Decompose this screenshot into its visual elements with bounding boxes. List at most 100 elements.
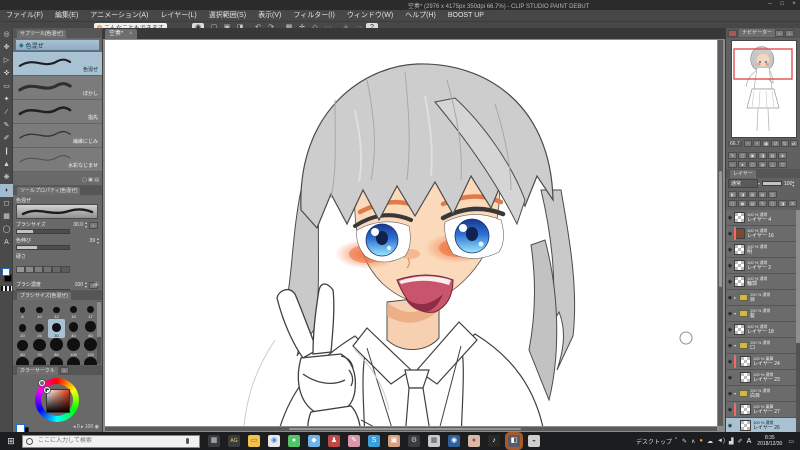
layer-flag-icon-3[interactable]: ▤	[758, 191, 767, 198]
canvas-horizontal-scrollbar[interactable]	[105, 427, 717, 431]
zoom-tool[interactable]: ◎	[0, 28, 13, 41]
main-color-swatch[interactable]	[16, 424, 25, 432]
subtool-footer-icons[interactable]: ▢ ▣ ▤	[82, 177, 99, 183]
layer-command-icon-0[interactable]: ▢	[728, 200, 737, 207]
layer-command-icon-2[interactable]: ▤	[748, 200, 757, 207]
tone-swatch[interactable]	[1, 286, 12, 291]
opacity-slider[interactable]	[762, 181, 783, 186]
layer-visibility-icon[interactable]: ◉	[726, 391, 734, 397]
hardness-step-4[interactable]	[52, 266, 61, 273]
text-tool[interactable]: A	[0, 236, 13, 249]
quick-access-tab-icon[interactable]	[728, 29, 737, 37]
canvas-tab-close-icon[interactable]: ×	[129, 31, 133, 37]
color-panel-footer-icons[interactable]: ◂ 0 ▸ 100 ◉	[73, 424, 99, 430]
layer-row-レイヤー 24[interactable]: ◉ 100 % 乗算 レイヤー 24	[726, 354, 797, 370]
subtool-item-4[interactable]: 水彩なじませ	[13, 148, 102, 172]
brush-size-8[interactable]: 8	[14, 300, 31, 319]
layer-row-輪郭[interactable]: ◉ 100 % 通常 輪郭	[726, 274, 797, 290]
subtool-tab[interactable]: サブツール[色混ぜ]	[17, 29, 66, 38]
action-center-icon[interactable]: ▭	[788, 438, 794, 445]
property-settings-icon[interactable]: ⊕	[94, 281, 99, 288]
desktop-toolbar-label[interactable]: デスクトップ	[636, 437, 672, 446]
layer-visibility-icon[interactable]: ◉	[726, 375, 734, 381]
move-tool[interactable]: ✥	[0, 41, 13, 54]
start-button[interactable]: ⊞	[0, 432, 22, 450]
layer-row-レイヤー 4[interactable]: ◉ 100 % 通常 レイヤー 4	[726, 210, 797, 226]
canvas-tab[interactable]: 空奏* ×	[105, 29, 137, 39]
brush-size-170[interactable]: 170	[31, 357, 48, 365]
game-app-icon[interactable]: ♟	[328, 435, 340, 447]
menu-item-6[interactable]: フィルター(I)	[287, 10, 340, 21]
brush-size-20[interactable]: 20	[14, 319, 31, 338]
selection-tool[interactable]: ▭	[0, 80, 13, 93]
task-view-icon[interactable]: ▦	[208, 435, 220, 447]
brush-size-250[interactable]: 250	[65, 357, 82, 365]
material-bar-icon-2[interactable]: ▣	[748, 152, 757, 159]
subtool-item-3[interactable]: 繊維にじみ	[13, 124, 102, 148]
layer-visibility-icon[interactable]: ◉	[726, 407, 734, 413]
pencil-tool[interactable]: ✐	[0, 132, 13, 145]
layer-scrollbar[interactable]	[796, 210, 800, 432]
property-slider[interactable]	[16, 229, 70, 234]
property-spinner[interactable]: ▴ ▾	[85, 221, 87, 229]
edit-bar-icon-3[interactable]: ◍	[758, 161, 767, 168]
layer-visibility-icon[interactable]: ◉	[726, 279, 734, 285]
layer-row-レイヤー 26[interactable]: ◉ 100 % 通常 レイヤー 26	[726, 418, 797, 432]
layer-row-レイヤー 23[interactable]: ◉ 100 % 通常 レイヤー 23	[726, 370, 797, 386]
brush-size-150[interactable]: 150	[14, 357, 31, 365]
layer-command-icon-6[interactable]: ✕	[788, 200, 797, 207]
brush-size-200[interactable]: 200	[48, 357, 65, 365]
layer-row-レイヤー 16[interactable]: ◉ 100 % 通常 レイヤー 16	[726, 226, 797, 242]
zoom-in-icon[interactable]: +	[752, 140, 762, 147]
layer-visibility-icon[interactable]: ◉	[726, 215, 734, 221]
pen-tray-icon[interactable]: ✎	[682, 438, 687, 445]
tablet-pen-icon[interactable]: ✐	[738, 438, 743, 445]
ag-app-icon[interactable]: AG	[228, 435, 240, 447]
brush-size-40[interactable]: 40	[65, 319, 82, 338]
brush-size-25[interactable]: 25	[31, 319, 48, 338]
brush-size-scrollbar[interactable]	[97, 301, 101, 364]
microphone-icon[interactable]	[186, 438, 189, 444]
property-slider[interactable]	[16, 245, 70, 250]
gradient-tool[interactable]: ▦	[0, 210, 13, 223]
brush-size-80[interactable]: 80	[48, 338, 65, 357]
material-bar-icon-0[interactable]: ✎	[728, 152, 737, 159]
rotate-left-icon[interactable]: ↺	[771, 140, 780, 147]
layer-row-口[interactable]: ◉ ▾ 100 % 通常口	[726, 338, 797, 354]
subtool-item-1[interactable]: ぼかし	[13, 76, 102, 100]
navigator-zoom-value[interactable]: 66.7	[728, 140, 742, 147]
hue-picker-dot[interactable]	[39, 380, 45, 386]
menu-item-3[interactable]: レイヤー(L)	[154, 10, 202, 21]
chrome-icon[interactable]: ◉	[268, 435, 280, 447]
blend-mode-select[interactable]: 通常	[728, 179, 758, 188]
brush-tool[interactable]: ❙	[0, 145, 13, 158]
hidden-icons-chevron[interactable]: ∧	[691, 438, 695, 445]
taskbar-clock[interactable]: 8:35 2018/12/30	[757, 435, 782, 447]
operation-tool[interactable]: ▷	[0, 54, 13, 67]
layer-row-明[interactable]: ◉ 100 % 通常明	[726, 242, 797, 258]
brush-size-30[interactable]: 30	[48, 319, 65, 338]
sv-picker-dot[interactable]	[44, 387, 50, 393]
layer-command-icon-4[interactable]: ◻	[768, 200, 777, 207]
brush-size-tab[interactable]: ブラシサイズ(色混ぜ)	[17, 291, 72, 300]
edit-bar-icon-2[interactable]: ◻	[748, 161, 757, 168]
hardness-step-3[interactable]	[43, 266, 52, 273]
fit-view-icon[interactable]: ▣	[762, 140, 771, 147]
volume-icon[interactable]: ◄)	[717, 438, 725, 444]
media-app-icon[interactable]: ●	[288, 435, 300, 447]
edit-bar-icon-4[interactable]: △	[768, 161, 777, 168]
search-input[interactable]	[36, 437, 180, 445]
minimize-button[interactable]: –	[764, 1, 776, 7]
pen-tool[interactable]: ✎	[0, 119, 13, 132]
brush-size-100[interactable]: 100	[65, 338, 82, 357]
menu-item-5[interactable]: 表示(V)	[252, 10, 287, 21]
menu-item-7[interactable]: ウィンドウ(W)	[341, 10, 399, 21]
layer-visibility-icon[interactable]: ◉	[726, 327, 734, 333]
layer-visibility-icon[interactable]: ◉	[726, 343, 734, 349]
layer-visibility-icon[interactable]: ◉	[726, 359, 734, 365]
menu-item-8[interactable]: ヘルプ(H)	[399, 10, 442, 21]
brush-size-12[interactable]: 12	[48, 300, 65, 319]
layer-visibility-icon[interactable]: ◉	[726, 231, 734, 237]
zoom-out-icon[interactable]: −	[743, 140, 752, 147]
property-value[interactable]: 39	[89, 238, 95, 244]
